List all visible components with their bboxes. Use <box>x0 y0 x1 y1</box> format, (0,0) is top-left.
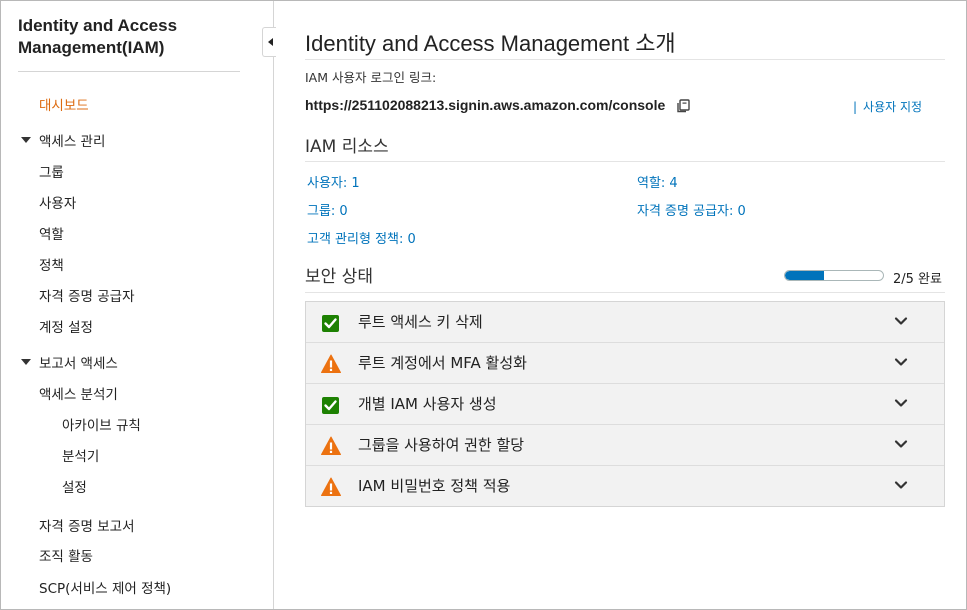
chevron-down-icon[interactable] <box>894 396 908 410</box>
sidebar-section-access-management[interactable]: 액세스 관리 <box>21 130 105 150</box>
check-icon <box>322 397 339 414</box>
signin-url[interactable]: https://251102088213.signin.aws.amazon.c… <box>305 97 665 113</box>
sidebar-item-roles[interactable]: 역할 <box>39 223 64 243</box>
caret-down-icon <box>21 359 31 365</box>
chevron-down-icon[interactable] <box>894 437 908 451</box>
customize-link[interactable]: | 사용자 지정 <box>853 98 922 115</box>
warning-icon <box>321 477 341 496</box>
security-item-row[interactable]: 루트 계정에서 MFA 활성화 <box>306 343 944 384</box>
chevron-down-icon[interactable] <box>894 314 908 328</box>
security-status-heading: 보안 상태 <box>305 267 373 287</box>
resource-roles-link[interactable]: 역할: 4 <box>637 172 678 191</box>
security-item-row[interactable]: 그룹을 사용하여 권한 할당 <box>306 425 944 466</box>
signin-link-label: IAM 사용자 로그인 링크: <box>305 70 437 85</box>
sidebar-section-label: 보고서 액세스 <box>39 356 118 372</box>
sidebar-item-dashboard[interactable]: 대시보드 <box>39 94 89 114</box>
security-item-row[interactable]: 루트 액세스 키 삭제 <box>306 302 944 343</box>
customize-label: 사용자 지정 <box>863 100 923 114</box>
security-item-row[interactable]: 개별 IAM 사용자 생성 <box>306 384 944 425</box>
security-item-label: 루트 액세스 키 삭제 <box>358 313 483 331</box>
check-icon <box>322 315 339 332</box>
caret-down-icon <box>21 137 31 143</box>
sidebar-item-account-settings[interactable]: 계정 설정 <box>39 316 93 336</box>
security-checklist: 루트 액세스 키 삭제루트 계정에서 MFA 활성화개별 IAM 사용자 생성그… <box>305 301 945 507</box>
resources-divider <box>305 161 945 162</box>
security-item-label: IAM 비밀번호 정책 적용 <box>358 477 511 495</box>
security-divider <box>305 292 945 293</box>
caret-left-icon <box>268 38 273 46</box>
resources-heading: IAM 리소스 <box>305 137 389 157</box>
copy-icon[interactable] <box>675 98 691 114</box>
title-divider <box>305 59 945 60</box>
sidebar-item-organization-activity[interactable]: 조직 활동 <box>39 545 93 565</box>
security-item-label: 루트 계정에서 MFA 활성화 <box>358 354 527 372</box>
sidebar-divider <box>18 71 240 72</box>
chevron-down-icon[interactable] <box>894 355 908 369</box>
security-item-label: 그룹을 사용하여 권한 할당 <box>358 436 525 454</box>
resource-identity-providers-link[interactable]: 자격 증명 공급자: 0 <box>637 200 746 219</box>
sidebar-item-analyzer-settings[interactable]: 설정 <box>62 476 87 496</box>
security-progress-text: 2/5 완료 <box>893 272 942 287</box>
resource-users-link[interactable]: 사용자: 1 <box>307 172 360 191</box>
security-progress-fill <box>785 271 825 280</box>
resource-customer-policies-link[interactable]: 고객 관리형 정책: 0 <box>307 228 416 247</box>
warning-icon <box>321 354 341 373</box>
sidebar-item-archive-rules[interactable]: 아카이브 규칙 <box>62 414 141 434</box>
security-progress-bar <box>784 270 884 281</box>
collapse-sidebar-button[interactable] <box>262 27 276 57</box>
sidebar-item-scp[interactable]: SCP(서비스 제어 정책) <box>39 577 171 597</box>
page-title: Identity and Access Management 소개 <box>305 31 676 56</box>
sidebar-item-users[interactable]: 사용자 <box>39 192 76 212</box>
customize-separator: | <box>853 100 858 114</box>
chevron-down-icon[interactable] <box>894 478 908 492</box>
sidebar-section-label: 액세스 관리 <box>39 134 106 150</box>
sidebar-title: Identity and Access Management(IAM) <box>18 16 178 57</box>
sidebar-item-access-analyzer[interactable]: 액세스 분석기 <box>39 383 118 403</box>
resource-groups-link[interactable]: 그룹: 0 <box>307 200 348 219</box>
sidebar-section-access-reports[interactable]: 보고서 액세스 <box>21 352 118 372</box>
sidebar-item-credential-report[interactable]: 자격 증명 보고서 <box>39 515 135 535</box>
security-item-row[interactable]: IAM 비밀번호 정책 적용 <box>306 466 944 506</box>
sidebar-item-identity-providers[interactable]: 자격 증명 공급자 <box>39 285 135 305</box>
sidebar-item-groups[interactable]: 그룹 <box>39 161 64 181</box>
sidebar: Identity and Access Management(IAM) 대시보드… <box>1 1 274 609</box>
sidebar-item-analyzers[interactable]: 분석기 <box>62 445 99 465</box>
security-item-label: 개별 IAM 사용자 생성 <box>358 395 497 413</box>
sidebar-item-policies[interactable]: 정책 <box>39 254 64 274</box>
warning-icon <box>321 436 341 455</box>
